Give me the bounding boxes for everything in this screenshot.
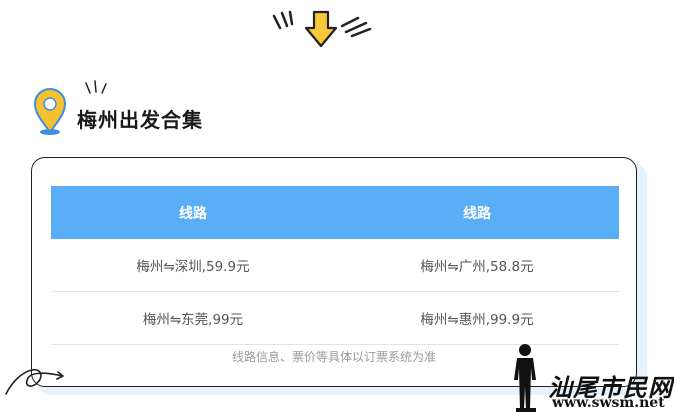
- person-silhouette: [508, 342, 542, 412]
- section-title: 梅州出发合集: [77, 108, 203, 132]
- table-header-row: 线路 线路: [51, 186, 619, 239]
- table-row: 梅州⇋深圳,59.9元 梅州⇋广州,58.8元: [51, 239, 619, 292]
- route-cell: 梅州⇋惠州,99.9元: [335, 291, 619, 345]
- down-arrow-icon: [266, 6, 386, 56]
- squiggle-decoration: [2, 360, 72, 400]
- column-header: 线路: [51, 186, 335, 239]
- column-header: 线路: [335, 186, 619, 239]
- table-row: 梅州⇋东莞,99元 梅州⇋惠州,99.9元: [51, 291, 619, 345]
- page: 梅州出发合集 线路 线路 梅州⇋深圳,59.9元 梅州⇋广州,58.8元 梅州⇋…: [0, 0, 674, 416]
- route-cell: 梅州⇋广州,58.8元: [335, 239, 619, 292]
- section-header: 梅州出发合集: [30, 80, 330, 140]
- watermark-url: www.swsm.net: [552, 395, 665, 411]
- route-cell: 梅州⇋东莞,99元: [51, 291, 335, 345]
- location-pin-icon: [30, 86, 72, 138]
- watermark: 汕尾市民网 www.swsm.net: [508, 340, 674, 416]
- sparkle-lines-icon: [80, 80, 114, 98]
- route-table: 线路 线路 梅州⇋深圳,59.9元 梅州⇋广州,58.8元 梅州⇋东莞,99元 …: [51, 186, 619, 345]
- route-cell: 梅州⇋深圳,59.9元: [51, 239, 335, 292]
